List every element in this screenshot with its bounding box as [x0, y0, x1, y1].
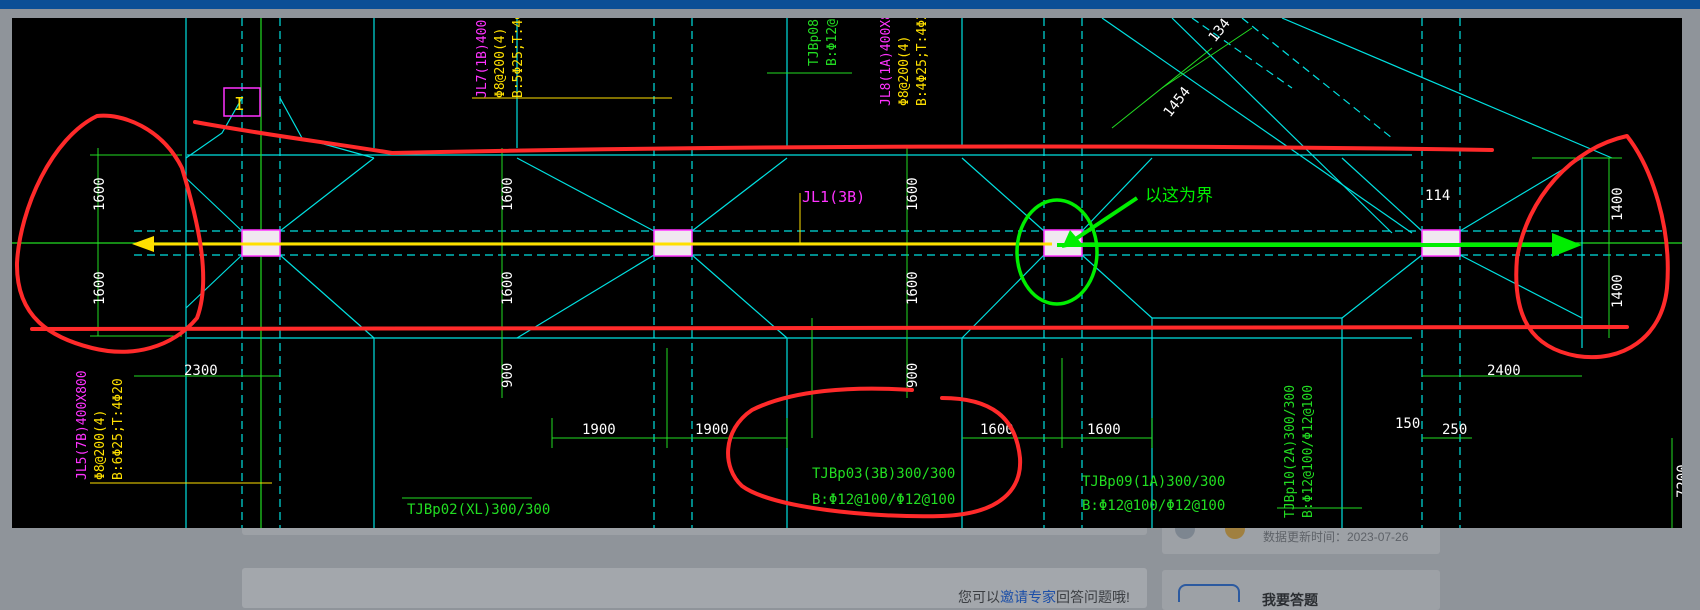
cad-drawing-image: 1600 1600 1600 1600 900 1600 1600 900 14… [12, 18, 1682, 528]
cad-cyan-lines [12, 18, 1682, 528]
top-header-bar [0, 0, 1700, 9]
label-jl7-c: B:5Φ25;T:4Φ [511, 18, 526, 98]
answer-icon [1178, 584, 1240, 602]
dim-1454: 1454 [1161, 84, 1194, 120]
label-jl8-b: Φ8@200(4) [897, 36, 912, 106]
dim-col3-bottom: 900 [905, 363, 921, 388]
dim-2300: 2300 [184, 363, 218, 379]
yellow-leader-lines [90, 97, 801, 484]
dim-right-lower: 1400 [1610, 274, 1626, 308]
label-tjb03-a: TJBp03(3B)300/300 [812, 466, 955, 482]
label-jl5-a: JL5(7B)400X800 [75, 370, 90, 480]
cad-drawing-svg: 1600 1600 1600 1600 900 1600 1600 900 14… [12, 18, 1682, 528]
dim-250: 250 [1442, 422, 1467, 438]
label-jl7-a: JL7(1B)400 [475, 20, 490, 98]
label-jl1: JL1(3B) [802, 188, 865, 206]
dim-left-lower: 1600 [92, 271, 108, 305]
red-annotations [14, 113, 1670, 519]
dim-right-upper: 1400 [1610, 187, 1626, 221]
dim-col2-lower: 1600 [500, 271, 516, 305]
invite-expert-prompt: 您可以邀请专家回答问题哦! [958, 587, 1130, 607]
label-tjb02-a: TJBp02(XL)300/300 [407, 502, 550, 518]
label-jl8-c: B:4Φ25;T:4Φ2 [915, 18, 930, 106]
dim-114: 114 [1425, 188, 1450, 204]
label-tjb10-a: TJBp10(2A)300/300 [1283, 385, 1298, 518]
answer-title-text: 我要答题 [1262, 592, 1318, 608]
dim-left-upper: 1600 [92, 177, 108, 211]
dim-2400: 2400 [1487, 363, 1521, 379]
green-arrow [1057, 233, 1582, 257]
label-tjb08-a: TJBp08( [807, 18, 822, 66]
label-jl5-b: Φ8@200(4) [93, 410, 108, 480]
dim-1900-a: 1900 [582, 422, 616, 438]
invite-suffix: 回答问题哦! [1056, 589, 1130, 605]
label-tjb10-b: B:Φ12@100/Φ12@100 [1301, 385, 1316, 518]
dim-col2-bottom: 900 [500, 363, 516, 388]
dim-150: 150 [1395, 416, 1420, 432]
label-jl7-b: Φ8@200(4) [493, 28, 508, 98]
dim-col2-upper: 1600 [500, 177, 516, 211]
boundary-annotation-text: 以这为界 [1145, 186, 1213, 206]
dim-1600-b: 1600 [1087, 422, 1121, 438]
dim-1900-b: 1900 [695, 422, 729, 438]
dim-col3-lower: 1600 [905, 271, 921, 305]
dim-7200: 7200 [1675, 464, 1682, 498]
label-tjb09-a: TJBp09(1A)300/300 [1082, 474, 1225, 490]
label-jl5-c: B:6Φ25;T:4Φ20 [111, 378, 126, 480]
update-time-text: 数据更新时间：2023-07-26 [1263, 530, 1409, 544]
label-tjb09-b: B:Φ12@100/Φ12@100 [1082, 498, 1225, 514]
red-bottom-line [30, 325, 1629, 333]
label-jl8-a: JL8(1A)400X8 [879, 18, 894, 106]
dim-134: 134 [1206, 18, 1234, 45]
dim-col3-upper: 1600 [905, 177, 921, 211]
invite-expert-link[interactable]: 邀请专家 [1000, 589, 1056, 605]
invite-prefix: 您可以 [958, 589, 1000, 605]
red-top-line [193, 120, 1494, 155]
label-tjb03-b: B:Φ12@100/Φ12@100 [812, 492, 955, 508]
marker-label: I [234, 94, 245, 115]
red-left-ellipse [14, 113, 206, 354]
label-tjb08-b: B:Φ12@ [825, 19, 840, 66]
